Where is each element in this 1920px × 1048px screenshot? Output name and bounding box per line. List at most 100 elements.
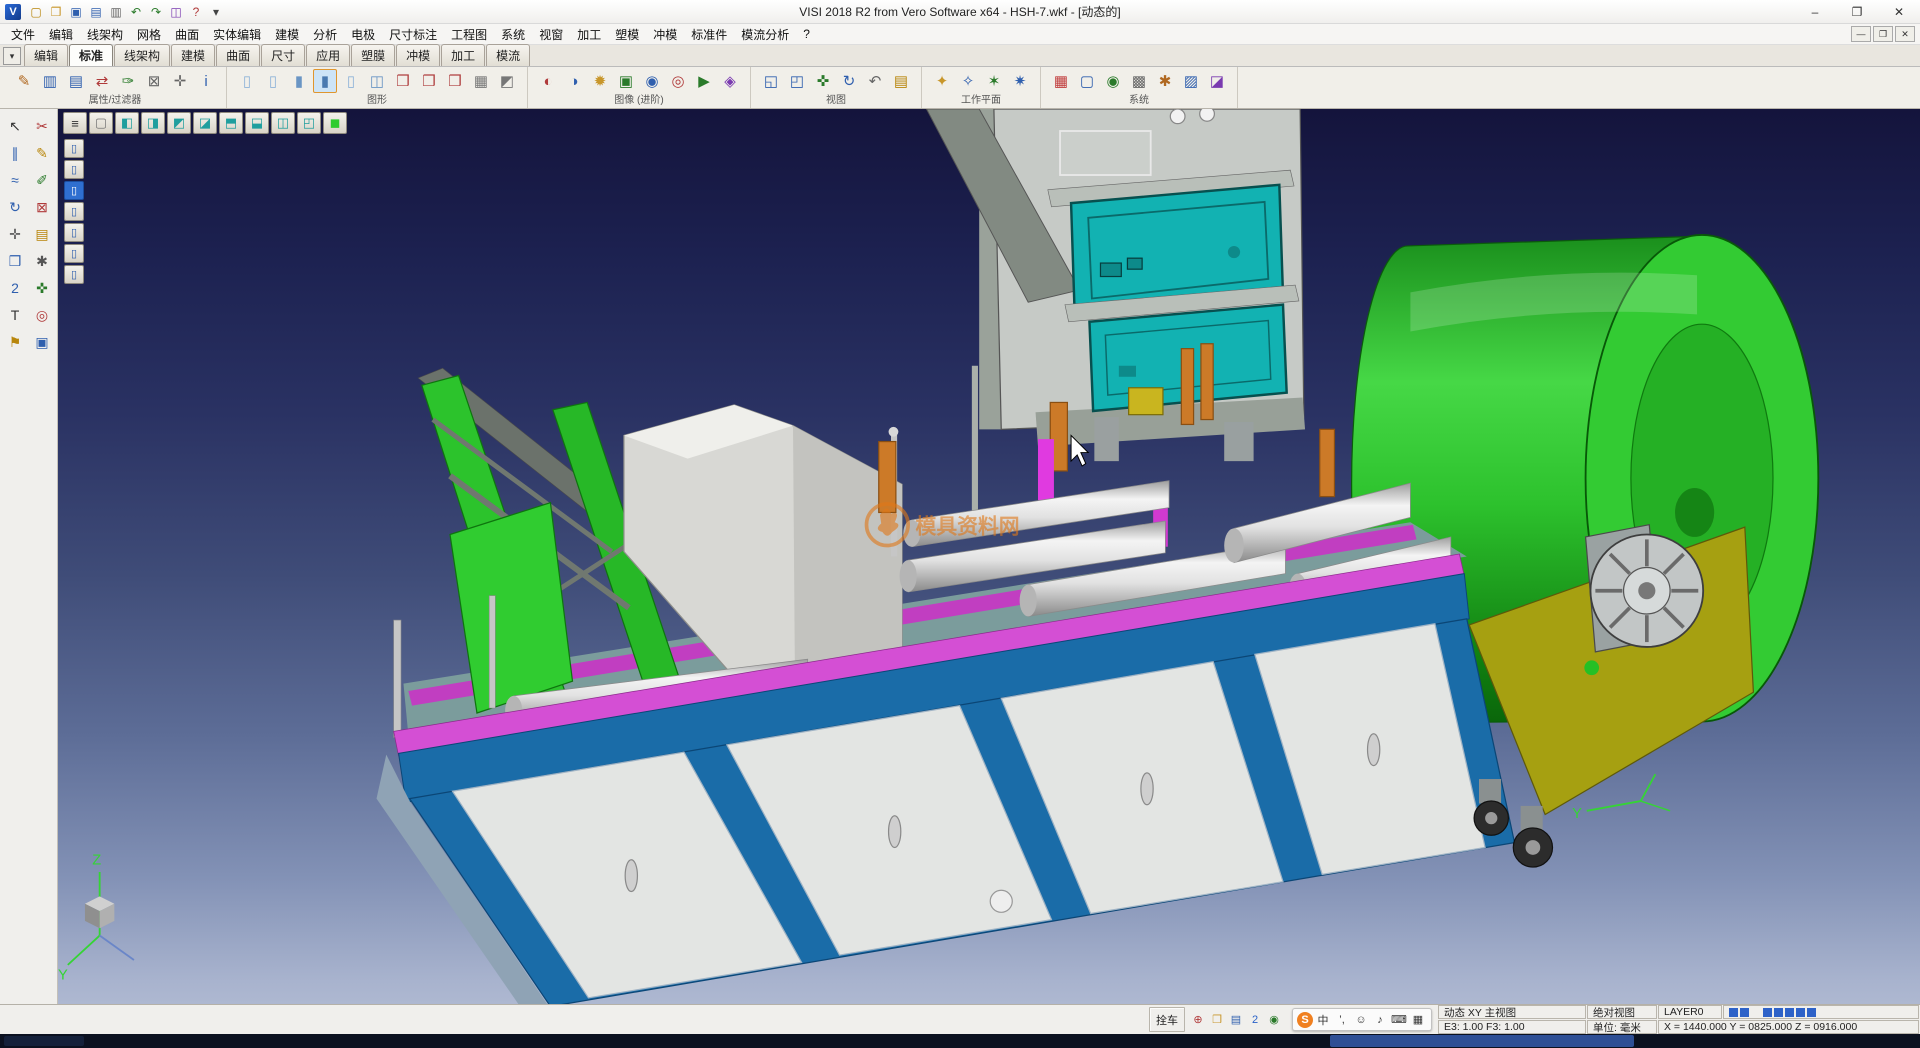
view-blank-icon[interactable]: ▢ [89, 112, 113, 134]
grid-icon[interactable]: ▩ [1127, 69, 1151, 93]
viewport-preset-1[interactable]: ▯ [64, 139, 84, 158]
tab-1[interactable]: 编辑 [24, 44, 68, 66]
bounding-box-icon[interactable]: ❒ [391, 69, 415, 93]
rotate-view-icon[interactable]: ↻ [837, 69, 861, 93]
tray-display-icon[interactable]: ▤ [1228, 1012, 1244, 1028]
transparent-view-icon[interactable]: ▯ [339, 69, 363, 93]
tray-net-icon[interactable]: ◉ [1266, 1012, 1282, 1028]
background-icon[interactable]: ▣ [614, 69, 638, 93]
menu-item-10[interactable]: 尺寸标注 [382, 26, 444, 43]
view-cube-iso-icon[interactable]: ◫ [271, 112, 295, 134]
menu-item-4[interactable]: 网格 [130, 26, 168, 43]
tab-4[interactable]: 建模 [171, 44, 215, 66]
tab-3[interactable]: 线架构 [114, 44, 170, 66]
world-icon[interactable]: ◉ [1101, 69, 1125, 93]
viewport-preset-5[interactable]: ▯ [64, 223, 84, 242]
tab-6[interactable]: 尺寸 [261, 44, 305, 66]
shaded-view-icon[interactable]: ▮ [287, 69, 311, 93]
menu-item-14[interactable]: 加工 [570, 26, 608, 43]
view-cube-shaded-icon[interactable]: ◼ [323, 112, 347, 134]
view-cube-left-icon[interactable]: ◩ [167, 112, 191, 134]
viewport-preset-7[interactable]: ▯ [64, 265, 84, 284]
minimize-button[interactable]: – [1794, 0, 1836, 23]
print-icon[interactable]: ▥ [107, 3, 125, 21]
save-all-icon[interactable]: ▤ [87, 3, 105, 21]
menu-item-19[interactable]: ? [796, 27, 817, 41]
viewport-preset-4[interactable]: ▯ [64, 202, 84, 221]
section-view-icon[interactable]: ◫ [365, 69, 389, 93]
erase-icon[interactable]: ⊠ [29, 194, 55, 220]
delete-attributes-icon[interactable]: ⊠ [142, 69, 166, 93]
tab-7[interactable]: 应用 [306, 44, 350, 66]
menu-item-3[interactable]: 线架构 [80, 26, 130, 43]
open-file-icon[interactable]: ❒ [47, 3, 65, 21]
paintbrush-icon[interactable]: ✑ [116, 69, 140, 93]
material-icon[interactable]: ◩ [495, 69, 519, 93]
viewport-preset-3[interactable]: ▯ [64, 181, 84, 200]
menu-item-7[interactable]: 建模 [268, 26, 306, 43]
match-properties-icon[interactable]: ✛ [168, 69, 192, 93]
lighting-icon[interactable]: ✹ [588, 69, 612, 93]
layer-manager-icon[interactable]: ▤ [64, 69, 88, 93]
view-menu-icon[interactable]: ≡ [63, 112, 87, 134]
menu-item-5[interactable]: 曲面 [168, 26, 206, 43]
select-arrow-icon[interactable]: ↖ [2, 113, 28, 139]
cad-exchange-icon[interactable]: ◪ [1205, 69, 1229, 93]
new-file-icon[interactable]: ▢ [27, 3, 45, 21]
named-views-icon[interactable]: ▤ [889, 69, 913, 93]
hidden-line-view-icon[interactable]: ▯ [261, 69, 285, 93]
trim-icon[interactable]: ✂ [29, 113, 55, 139]
redo-icon[interactable]: ↷ [147, 3, 165, 21]
tools-icon[interactable]: ✱ [29, 248, 55, 274]
view-cube-front-icon[interactable]: ◧ [115, 112, 139, 134]
filter-icon[interactable]: ▥ [38, 69, 62, 93]
view-cube-top-icon[interactable]: ⬒ [219, 112, 243, 134]
compass-icon[interactable]: ✜ [29, 275, 55, 301]
tab-5[interactable]: 曲面 [216, 44, 260, 66]
ime-punctuation-icon[interactable]: ’, [1333, 1011, 1351, 1029]
curve-icon[interactable]: ≈ [2, 167, 28, 193]
show-normals-icon[interactable]: ❒ [417, 69, 441, 93]
swap-attributes-icon[interactable]: ⇄ [90, 69, 114, 93]
entity-info-icon[interactable]: i [194, 69, 218, 93]
camera-icon[interactable]: ◉ [640, 69, 664, 93]
notes-icon[interactable]: ▤ [29, 221, 55, 247]
sketch-icon[interactable]: ✎ [29, 140, 55, 166]
pencil-icon[interactable]: ✐ [29, 167, 55, 193]
ime-logo-icon[interactable]: S [1297, 1012, 1313, 1028]
mdi-restore-button[interactable]: ❐ [1873, 26, 1893, 42]
view-cube-bottom-icon[interactable]: ⬓ [245, 112, 269, 134]
show-edges-icon[interactable]: ❒ [443, 69, 467, 93]
snap-circle-icon[interactable]: ◎ [29, 302, 55, 328]
stereo-view-icon[interactable]: ◈ [718, 69, 742, 93]
tab-2[interactable]: 标准 [69, 44, 113, 66]
customize-toolbar-dropdown[interactable]: ▾ [207, 3, 225, 21]
ime-language-icon[interactable]: 中 [1314, 1011, 1332, 1029]
screenshot-icon[interactable]: ◫ [167, 3, 185, 21]
view-cube-axon-icon[interactable]: ◰ [297, 112, 321, 134]
maximize-button[interactable]: ❐ [1836, 0, 1878, 23]
workplane-rotate-icon[interactable]: ✶ [982, 69, 1006, 93]
text-icon[interactable]: T [2, 302, 28, 328]
zoom-window-icon[interactable]: ◰ [785, 69, 809, 93]
menu-item-15[interactable]: 塑模 [608, 26, 646, 43]
taskbar-active-app[interactable] [1330, 1035, 1634, 1047]
active-layer-status[interactable]: LAYER0 [1658, 1005, 1722, 1019]
attribute-edit-icon[interactable]: ✎ [12, 69, 36, 93]
measure-icon[interactable]: ✛ [2, 221, 28, 247]
absolute-view-status[interactable]: 绝对视图 [1587, 1005, 1657, 1019]
preferences-icon[interactable]: ✱ [1153, 69, 1177, 93]
reflection-icon[interactable]: ◑ [562, 69, 586, 93]
menu-item-6[interactable]: 实体编辑 [206, 26, 268, 43]
ime-emoji-icon[interactable]: ☺ [1352, 1011, 1370, 1029]
previous-view-icon[interactable]: ↶ [863, 69, 887, 93]
machine-model[interactable]: Z Y Y 模具资料网 [58, 109, 1920, 1004]
menu-item-18[interactable]: 模流分析 [734, 26, 796, 43]
menu-item-16[interactable]: 冲模 [646, 26, 684, 43]
menu-item-9[interactable]: 电极 [344, 26, 382, 43]
mdi-close-button[interactable]: ✕ [1895, 26, 1915, 42]
tab-11[interactable]: 模流 [486, 44, 530, 66]
menu-item-13[interactable]: 视窗 [532, 26, 570, 43]
workplane-standard-icon[interactable]: ✦ [930, 69, 954, 93]
tab-10[interactable]: 加工 [441, 44, 485, 66]
